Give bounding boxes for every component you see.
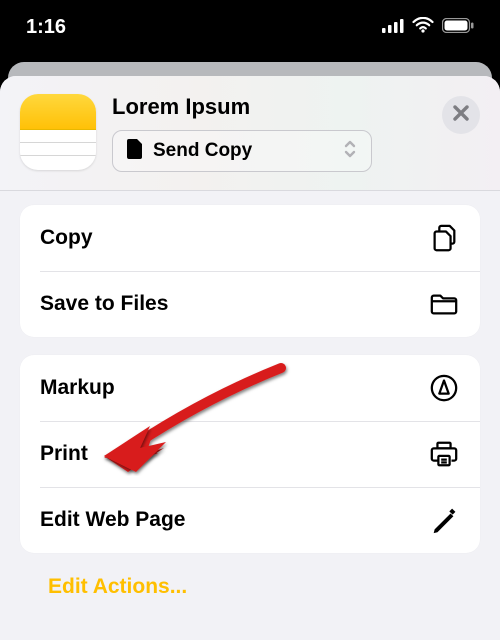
status-bar: 1:16 <box>0 0 500 54</box>
notes-app-icon <box>20 94 96 170</box>
battery-icon <box>442 16 474 39</box>
edit-actions-link[interactable]: Edit Actions... <box>20 571 480 599</box>
folder-icon <box>428 288 460 320</box>
send-copy-selector[interactable]: Send Copy <box>112 130 372 172</box>
document-icon <box>127 139 143 164</box>
pencil-icon <box>428 504 460 536</box>
send-copy-label: Send Copy <box>153 140 252 162</box>
status-time: 1:16 <box>26 16 66 39</box>
share-sheet-header: Lorem Ipsum Send Copy <box>0 76 500 191</box>
edit-web-page-label: Edit Web Page <box>40 508 185 532</box>
print-label: Print <box>40 442 88 466</box>
copy-action[interactable]: Copy <box>20 205 480 271</box>
close-button[interactable] <box>442 96 480 134</box>
action-groups: Copy Save to Files Markup Print <box>0 191 500 599</box>
share-title: Lorem Ipsum <box>112 94 426 120</box>
status-indicators <box>382 16 474 39</box>
save-to-files-action[interactable]: Save to Files <box>20 271 480 337</box>
action-group-1: Copy Save to Files <box>20 205 480 337</box>
wifi-icon <box>412 16 434 39</box>
copy-label: Copy <box>40 226 93 250</box>
close-icon <box>453 105 469 126</box>
action-group-2: Markup Print Edit Web Page <box>20 355 480 553</box>
chevron-up-down-icon <box>343 139 357 164</box>
save-to-files-label: Save to Files <box>40 292 168 316</box>
cellular-icon <box>382 16 404 39</box>
doc-on-doc-icon <box>428 222 460 254</box>
edit-web-page-action[interactable]: Edit Web Page <box>20 487 480 553</box>
share-sheet: Lorem Ipsum Send Copy Copy <box>0 76 500 640</box>
markup-icon <box>428 372 460 404</box>
printer-icon <box>428 438 460 470</box>
markup-label: Markup <box>40 376 115 400</box>
markup-action[interactable]: Markup <box>20 355 480 421</box>
print-action[interactable]: Print <box>20 421 480 487</box>
